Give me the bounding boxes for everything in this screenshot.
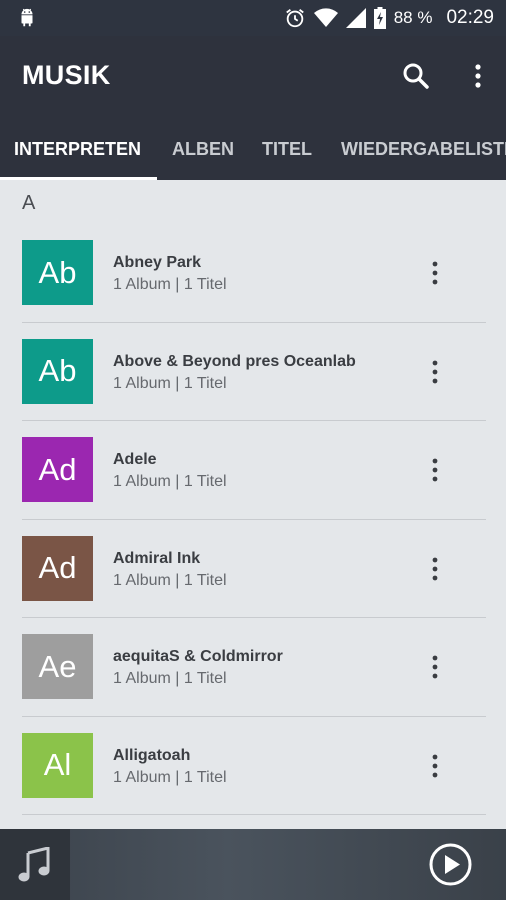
more-vert-icon[interactable] [424,654,446,680]
tab-wiedergabeliste[interactable]: WIEDERGABELISTE [341,132,506,180]
clock-time: 02:29 [446,7,494,28]
tab-interpreten[interactable]: INTERPRETEN [14,132,141,180]
mini-player[interactable] [0,829,506,900]
tab-bar: INTERPRETEN ALBEN TITEL WIEDERGABELISTE [0,132,506,180]
list-item[interactable]: Ad Admiral Ink 1 Album | 1 Titel [0,520,506,618]
artist-list: Ab Abney Park 1 Album | 1 Titel Ab Above & B… [0,224,506,815]
list-item[interactable]: Ab Above & Beyond pres Oceanlab 1 Album | … [0,323,506,421]
play-icon[interactable] [428,842,473,887]
list-item[interactable]: Ad Adele 1 Album | 1 Titel [0,421,506,520]
section-header: A [22,192,36,214]
alarm-icon [285,9,304,28]
more-vert-icon[interactable] [424,556,446,582]
list-item[interactable]: Ae aequitaS & Coldmirror 1 Album | 1 Titel [0,618,506,717]
artist-name: Admiral Ink [113,549,201,567]
artist-name: Above & Beyond pres Oceanlab [113,352,356,370]
artist-avatar: Ae [22,634,93,699]
artist-name: aequitaS & Coldmirror [113,648,283,665]
list-item[interactable]: Al Alligatoah 1 Album | 1 Titel [0,717,506,815]
battery-percent: 88 % [393,8,433,27]
artist-avatar: Ab [22,240,93,305]
more-vert-icon[interactable] [424,753,446,779]
signal-icon [345,8,366,28]
album-art [0,829,70,900]
artist-meta: 1 Album | 1 Titel [113,768,227,786]
tab-indicator [0,177,157,180]
more-vert-icon[interactable] [424,260,446,286]
more-vert-icon[interactable] [424,457,446,483]
more-vert-icon[interactable] [466,60,490,92]
artist-avatar: Ad [22,535,93,601]
battery-charging-icon [373,7,386,29]
artist-avatar: Ad [22,437,93,502]
artist-meta: 1 Album | 1 Titel [113,276,227,293]
artist-meta: 1 Album | 1 Titel [113,374,227,392]
artist-meta: 1 Album | 1 Titel [113,473,227,490]
artist-name: Abney Park [113,254,202,271]
tab-titel[interactable]: TITEL [262,132,312,180]
artist-name: Alligatoah [113,746,191,764]
status-bar: 88 % 02:29 [0,0,506,36]
android-icon [21,8,33,27]
divider [22,814,486,815]
search-icon[interactable] [400,60,432,92]
app-bar: MUSIK INTERPRETEN ALBEN TITEL WIEDERGABE… [0,36,506,180]
list-item[interactable]: Ab Abney Park 1 Album | 1 Titel [0,224,506,323]
artist-avatar: Ab [22,338,93,404]
artist-meta: 1 Album | 1 Titel [113,571,227,589]
artist-meta: 1 Album | 1 Titel [113,670,227,687]
wifi-icon [313,8,338,27]
music-note-icon [18,846,50,881]
artist-avatar: Al [22,732,93,798]
artist-name: Adele [113,451,157,468]
tab-alben[interactable]: ALBEN [172,132,234,180]
page-title: MUSIK [22,60,111,90]
more-vert-icon[interactable] [424,359,446,385]
